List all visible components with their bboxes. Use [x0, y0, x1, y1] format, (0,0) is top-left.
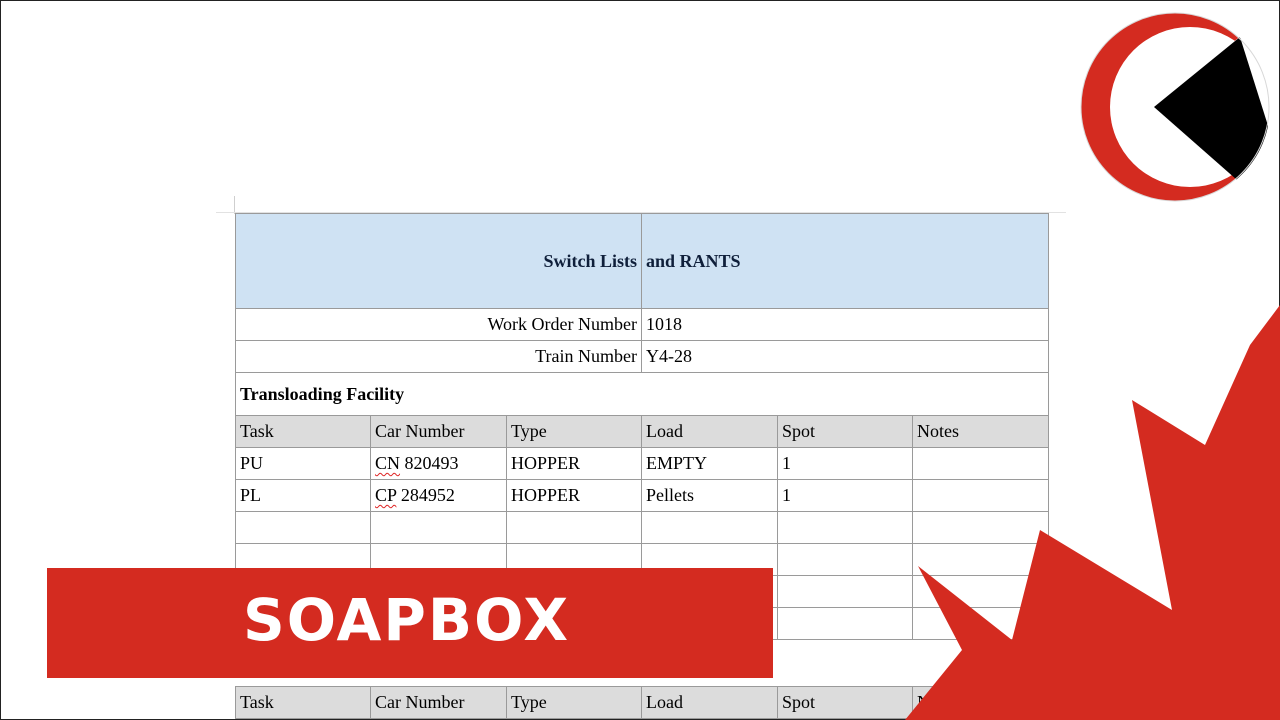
header-spot[interactable]: Spot	[777, 686, 913, 719]
play-logo-icon	[1080, 12, 1270, 202]
title-row: Switch Lists and RANTS	[235, 213, 1049, 309]
empty-row	[235, 511, 1049, 544]
empty-cell[interactable]	[777, 543, 913, 576]
header-type[interactable]: Type	[506, 415, 642, 448]
empty-cell[interactable]	[506, 511, 642, 544]
work-order-label[interactable]: Work Order Number	[235, 308, 642, 341]
work-order-value[interactable]: 1018	[641, 308, 1049, 341]
empty-cell[interactable]	[912, 607, 1049, 640]
section-row: Transloading Facility	[235, 372, 1049, 416]
header-notes[interactable]: Notes	[912, 686, 1049, 719]
empty-cell[interactable]	[777, 575, 913, 608]
header-spot[interactable]: Spot	[777, 415, 913, 448]
table-header-row: Task Car Number Type Load Spot Notes	[235, 415, 1049, 448]
header-load[interactable]: Load	[641, 686, 778, 719]
cell-spot[interactable]: 1	[777, 479, 913, 512]
car-prefix: CP	[375, 485, 397, 505]
car-num: 820493	[400, 453, 459, 473]
work-order-row: Work Order Number 1018	[235, 308, 1049, 341]
empty-cell[interactable]	[370, 511, 507, 544]
banner-text: SOAPBOX	[243, 586, 571, 654]
cell-car-number[interactable]: CP 284952	[370, 479, 507, 512]
cell-load[interactable]: Pellets	[641, 479, 778, 512]
empty-cell[interactable]	[912, 511, 1049, 544]
header-task[interactable]: Task	[235, 415, 371, 448]
cell-task[interactable]: PL	[235, 479, 371, 512]
cell-notes[interactable]	[912, 447, 1049, 480]
second-table-document: Task Car Number Type Load Spot Notes	[235, 686, 1049, 719]
train-number-value[interactable]: Y4-28	[641, 340, 1049, 373]
second-switch-list-table: Task Car Number Type Load Spot Notes	[235, 686, 1049, 719]
soapbox-banner: SOAPBOX	[47, 568, 773, 678]
cell-load[interactable]: EMPTY	[641, 447, 778, 480]
car-num: 284952	[396, 485, 455, 505]
train-number-row: Train Number Y4-28	[235, 340, 1049, 373]
section-title[interactable]: Transloading Facility	[235, 372, 1049, 416]
cell-car-number[interactable]: CN 820493	[370, 447, 507, 480]
train-number-label[interactable]: Train Number	[235, 340, 642, 373]
empty-cell[interactable]	[641, 511, 778, 544]
empty-cell[interactable]	[777, 511, 913, 544]
header-notes[interactable]: Notes	[912, 415, 1049, 448]
car-prefix: CN	[375, 453, 401, 473]
header-task[interactable]: Task	[235, 686, 371, 719]
title-right[interactable]: and RANTS	[641, 213, 1049, 309]
empty-cell[interactable]	[912, 543, 1049, 576]
cell-spot[interactable]: 1	[777, 447, 913, 480]
cell-type[interactable]: HOPPER	[506, 447, 642, 480]
empty-cell[interactable]	[912, 575, 1049, 608]
empty-cell[interactable]	[777, 607, 913, 640]
header-car-number[interactable]: Car Number	[370, 686, 507, 719]
title-left[interactable]: Switch Lists	[235, 213, 642, 309]
header-car-number[interactable]: Car Number	[370, 415, 507, 448]
cell-task[interactable]: PU	[235, 447, 371, 480]
empty-cell[interactable]	[235, 511, 371, 544]
table-header-row: Task Car Number Type Load Spot Notes	[235, 686, 1049, 719]
table-row: PU CN 820493 HOPPER EMPTY 1	[235, 447, 1049, 480]
cell-type[interactable]: HOPPER	[506, 479, 642, 512]
cell-notes[interactable]	[912, 479, 1049, 512]
header-type[interactable]: Type	[506, 686, 642, 719]
header-load[interactable]: Load	[641, 415, 778, 448]
table-row: PL CP 284952 HOPPER Pellets 1	[235, 479, 1049, 512]
